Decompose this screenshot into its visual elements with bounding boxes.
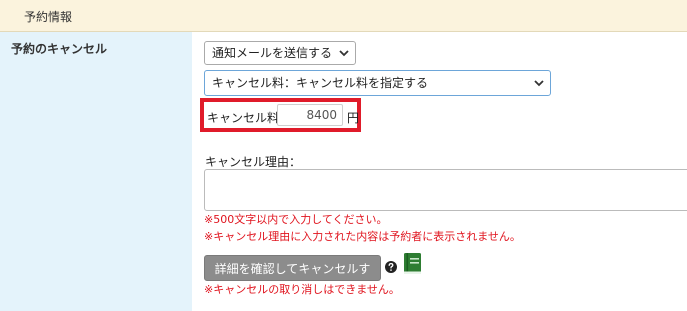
reason-visibility-note: ※キャンセル理由に入力された内容は予約者に表示されません。 [204,230,521,243]
section-header: 予約情報 [0,0,687,32]
help-icon[interactable] [385,261,397,273]
irreversible-note: ※キャンセルの取り消しはできません。 [204,283,400,296]
cancellation-fee-type-value: キャンセル料：キャンセル料を指定する [212,76,429,90]
row-label-cell: 予約のキャンセル [0,32,192,311]
chevron-down-icon [339,50,349,57]
cancellation-reason-label: キャンセル理由： [205,155,302,169]
cancellation-reason-textarea[interactable] [204,169,687,211]
notify-email-select-value: 通知メールを送信する [212,46,333,60]
chevron-down-icon [534,80,544,87]
manual-book-icon[interactable] [402,252,424,276]
cancellation-fee-highlight: キャンセル料 8400 円 [200,98,361,132]
cancellation-fee-unit: 円 [347,111,360,125]
notify-email-select[interactable]: 通知メールを送信する [204,41,356,65]
cancellation-fee-input[interactable]: 8400 [277,104,343,126]
cancellation-row-label: 予約のキャンセル [11,42,108,56]
char-limit-note: ※500文字以内で入力してください。 [204,213,388,226]
cancellation-fee-type-select[interactable]: キャンセル料：キャンセル料を指定する [204,70,551,96]
cancellation-form: 通知メールを送信する キャンセル料：キャンセル料を指定する キャンセル料 840… [192,32,687,311]
cancellation-fee-label: キャンセル料 [207,111,280,125]
section-title: 予約情報 [24,10,73,24]
confirm-cancel-button[interactable]: 詳細を確認してキャンセルする [204,255,381,300]
